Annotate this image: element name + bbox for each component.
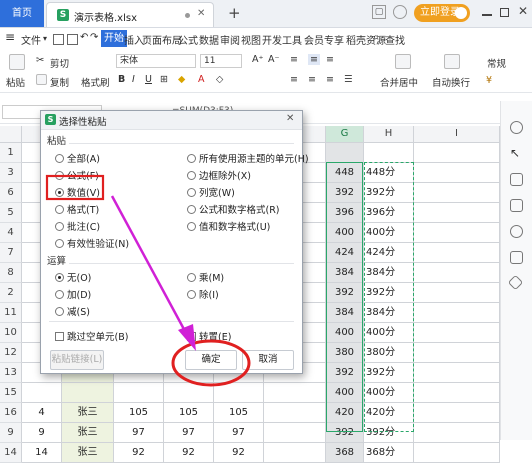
cell-left[interactable]: 92 — [214, 443, 264, 463]
cell-left[interactable]: 张三 — [62, 443, 114, 463]
cell-left[interactable]: 14 — [22, 443, 62, 463]
cell-i[interactable] — [414, 443, 500, 463]
row-header[interactable]: 14 — [0, 443, 22, 463]
cell-g[interactable]: 368 — [326, 443, 364, 463]
cell-left[interactable]: 92 — [114, 443, 164, 463]
annotation-values-box — [45, 174, 105, 201]
annotation-ok-circle — [171, 339, 251, 387]
cell-h[interactable]: 368分 — [364, 443, 414, 463]
cell-left[interactable]: 92 — [164, 443, 214, 463]
annotation-overlay — [45, 174, 251, 387]
cell-left[interactable] — [264, 443, 326, 463]
annotation-arrow-line — [110, 195, 188, 334]
